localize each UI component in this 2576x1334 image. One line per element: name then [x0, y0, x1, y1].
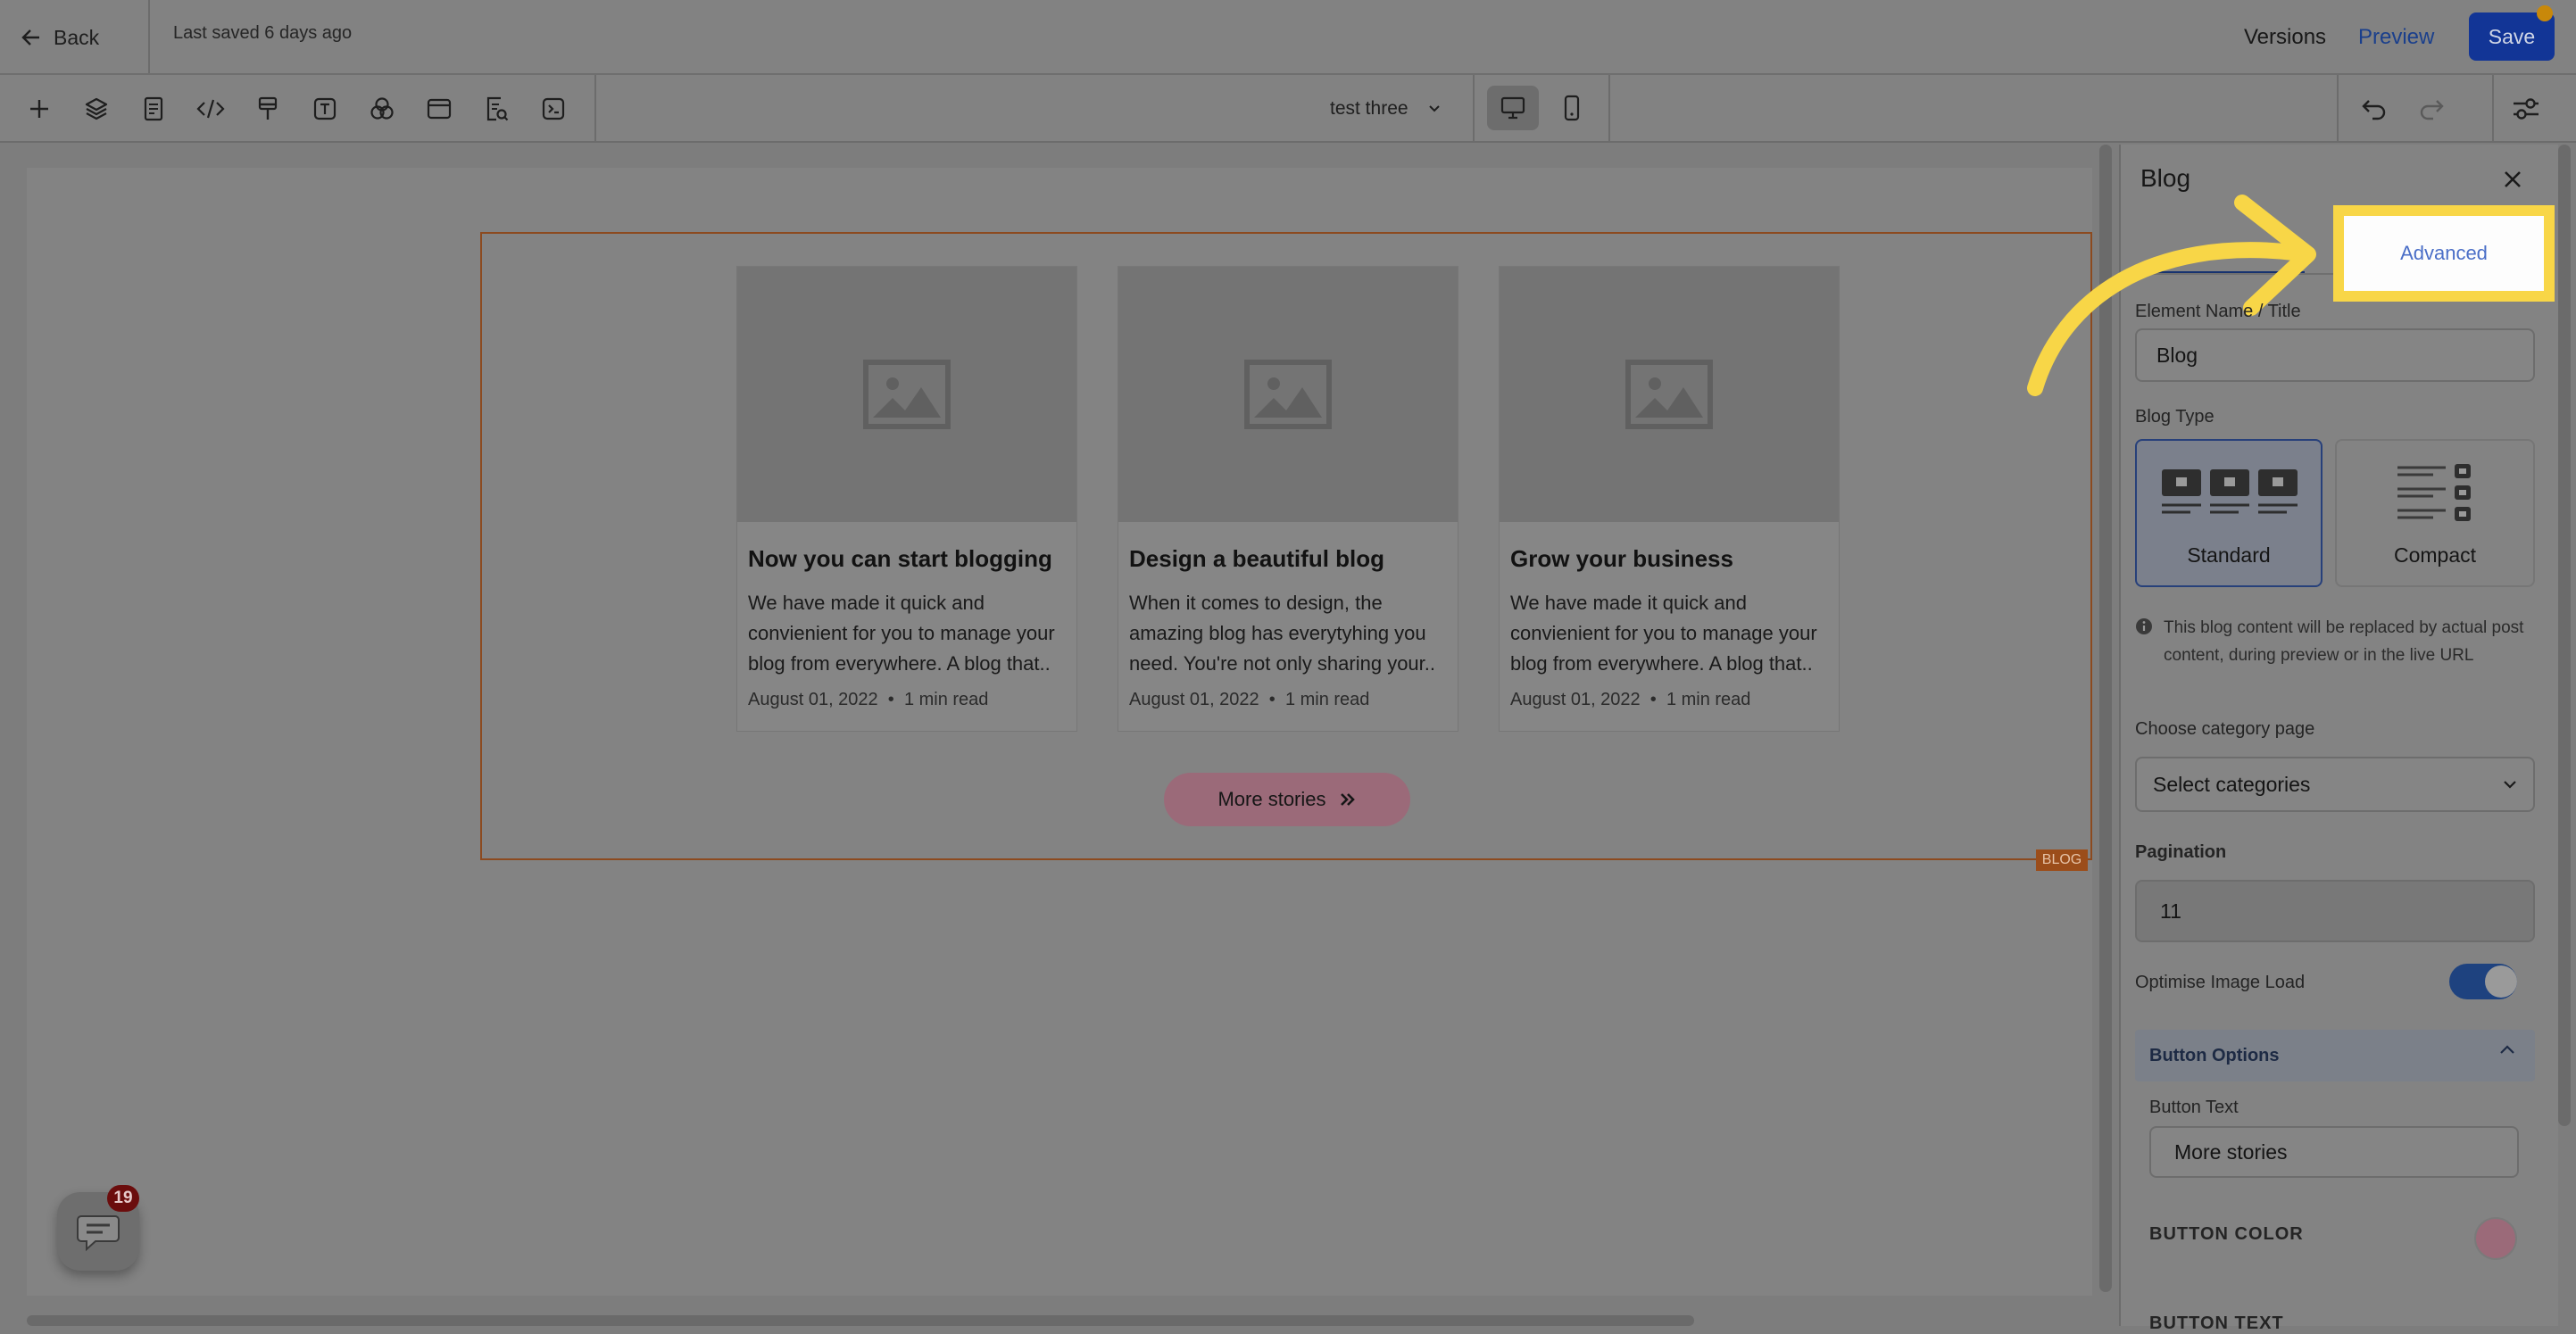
post-read-time: 1 min read: [1666, 690, 1751, 709]
double-chevron-right-icon: [1339, 791, 1357, 808]
close-icon[interactable]: [2497, 164, 2528, 195]
element-name-input[interactable]: Blog: [2135, 328, 2535, 382]
button-text-color-label: BUTTON TEXT: [2149, 1313, 2284, 1333]
back-button[interactable]: Back: [21, 18, 99, 57]
category-label: Choose category page: [2135, 719, 2315, 739]
chevron-up-icon[interactable]: [2499, 1044, 2515, 1055]
info-icon: [2135, 617, 2153, 635]
divider: [594, 75, 596, 141]
undo-icon[interactable]: [2353, 87, 2396, 130]
elements-icon[interactable]: [362, 89, 402, 128]
divider: [1608, 75, 1610, 141]
canvas-horizontal-scrollbar[interactable]: [27, 1315, 1694, 1326]
mobile-view-button[interactable]: [1550, 86, 1594, 130]
text-icon[interactable]: [305, 89, 345, 128]
compact-label: Compact: [2393, 543, 2477, 567]
post-meta: August 01, 2022 • 1 min read: [748, 690, 988, 710]
blog-type-compact-option[interactable]: Compact: [2335, 439, 2535, 587]
preview-button[interactable]: Preview: [2358, 25, 2434, 50]
post-excerpt: We have made it quick and convienient fo…: [748, 592, 1055, 675]
post-meta: August 01, 2022 • 1 min read: [1510, 690, 1750, 710]
pagination-input[interactable]: 11: [2135, 880, 2535, 942]
bullet-separator: •: [883, 690, 900, 709]
compact-layout-icon: [2396, 464, 2474, 528]
post-title[interactable]: Now you can start blogging: [748, 545, 1052, 573]
button-color-label: BUTTON COLOR: [2149, 1224, 2304, 1244]
section-icon[interactable]: [420, 89, 459, 128]
page-selector[interactable]: test three: [1330, 93, 1441, 125]
button-color-swatch[interactable]: [2474, 1217, 2517, 1260]
post-excerpt: We have made it quick and convienient fo…: [1510, 592, 1817, 675]
divider: [1473, 75, 1475, 141]
bullet-separator: •: [1645, 690, 1662, 709]
tab-advanced[interactable]: Advanced: [2400, 242, 2488, 265]
blog-post-card[interactable]: Grow your business We have made it quick…: [1499, 266, 1840, 732]
divider: [2492, 75, 2494, 141]
toggle-knob: [2485, 965, 2517, 998]
image-placeholder-icon: [737, 267, 1076, 522]
page-settings-icon[interactable]: [477, 89, 516, 128]
button-options-title: Button Options: [2149, 1046, 2280, 1065]
bullet-separator: •: [1264, 690, 1281, 709]
button-text-label: Button Text: [2149, 1098, 2239, 1117]
pages-icon[interactable]: [134, 89, 173, 128]
code-icon[interactable]: [191, 89, 230, 128]
page-name: test three: [1330, 98, 1408, 119]
notification-badge: 19: [107, 1185, 139, 1212]
standard-layout-icon: [2160, 468, 2299, 521]
category-value: Select categories: [2153, 772, 2311, 796]
element-name-label: Element Name / Title: [2135, 302, 2301, 321]
post-title[interactable]: Design a beautiful blog: [1129, 545, 1384, 573]
blog-type-standard-option[interactable]: Standard: [2135, 439, 2323, 587]
sliders-icon[interactable]: [2501, 84, 2551, 134]
arrow-left-icon: [21, 28, 41, 47]
post-meta: August 01, 2022 • 1 min read: [1129, 690, 1369, 710]
image-placeholder-icon: [1500, 267, 1839, 522]
pagination-label: Pagination: [2135, 842, 2227, 862]
optimise-image-label: Optimise Image Load: [2135, 973, 2306, 992]
blog-element-tag: BLOG: [2036, 849, 2088, 871]
image-placeholder-icon: [1118, 267, 1458, 522]
back-label: Back: [54, 25, 100, 49]
more-stories-button[interactable]: More stories: [1164, 773, 1410, 826]
post-date: August 01, 2022: [748, 690, 878, 709]
panel-scrollbar[interactable]: [2558, 145, 2571, 1126]
post-read-time: 1 min read: [1284, 690, 1370, 709]
blog-type-label: Blog Type: [2135, 407, 2215, 427]
category-select[interactable]: Select categories: [2135, 757, 2535, 812]
post-date: August 01, 2022: [1129, 690, 1259, 709]
divider: [148, 0, 150, 73]
unsaved-indicator: [2537, 5, 2553, 21]
top-bar: [0, 0, 2576, 75]
add-icon[interactable]: [20, 89, 59, 128]
divider: [2337, 75, 2339, 141]
terminal-icon[interactable]: [534, 89, 573, 128]
chevron-down-icon: [1428, 104, 1441, 113]
info-text: This blog content will be replaced by ac…: [2164, 618, 2524, 665]
chat-icon: [76, 1211, 120, 1252]
post-excerpt: When it comes to design, the amazing blo…: [1129, 592, 1436, 675]
blog-post-card[interactable]: Now you can start blogging We have made …: [736, 266, 1077, 732]
desktop-view-button[interactable]: [1487, 86, 1539, 130]
chevron-down-icon: [2503, 780, 2517, 789]
redo-icon[interactable]: [2410, 87, 2453, 130]
more-stories-label: More stories: [1217, 788, 1326, 810]
post-read-time: 1 min read: [903, 690, 989, 709]
layers-icon[interactable]: [77, 89, 116, 128]
paint-icon[interactable]: [248, 89, 287, 128]
highlight-box: Advanced: [2333, 205, 2555, 302]
versions-button[interactable]: Versions: [2244, 25, 2326, 50]
standard-label: Standard: [2187, 543, 2271, 567]
post-date: August 01, 2022: [1510, 690, 1641, 709]
post-title[interactable]: Grow your business: [1510, 545, 1733, 573]
blog-post-card[interactable]: Design a beautiful blog When it comes to…: [1118, 266, 1458, 732]
button-text-input[interactable]: More stories: [2149, 1126, 2519, 1178]
last-saved-status: Last saved 6 days ago: [173, 23, 353, 43]
